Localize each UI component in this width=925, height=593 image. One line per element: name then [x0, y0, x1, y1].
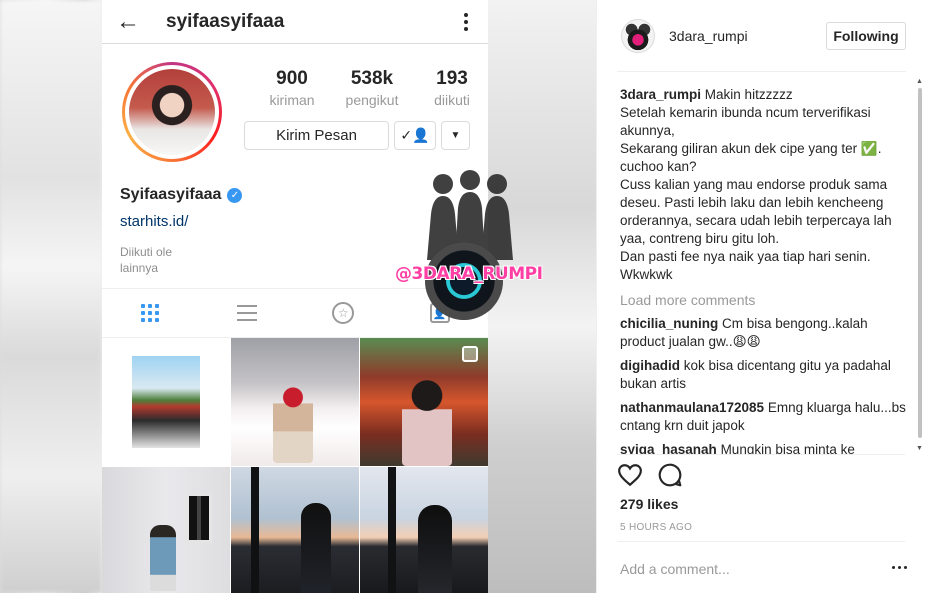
post-actions	[617, 462, 683, 488]
stat-posts-value: 900	[276, 68, 308, 89]
comments-scrollbar[interactable]: ▲ ▼	[916, 78, 924, 452]
grid-photo	[231, 467, 359, 593]
dropdown-arrow-icon: ▼	[441, 121, 470, 150]
grid-photo	[102, 338, 230, 466]
profile-username: syifaasyifaaa	[166, 10, 285, 32]
stat-followers: 538k pengikut	[332, 68, 412, 110]
caption-text: Makin hitzzzzz Setelah kemarin ibunda nc…	[620, 87, 892, 282]
background-blur-left	[0, 0, 102, 593]
comment-username[interactable]: digihadid	[620, 358, 680, 373]
stat-posts: 900 kiriman	[252, 68, 332, 110]
stat-followers-value: 538k	[350, 68, 394, 89]
scroll-down-arrow-icon[interactable]: ▼	[916, 445, 923, 452]
grid-photo	[360, 467, 488, 593]
comment-item: chicilia_nuning Cm bisa bengong..kalah p…	[620, 315, 906, 351]
verified-badge-icon: ✓	[227, 187, 243, 203]
profile-display-name: Syifaasyifaaa	[120, 186, 222, 203]
grid-view-icon	[136, 299, 164, 327]
caption-username[interactable]: 3dara_rumpi	[620, 87, 701, 102]
comment-item: digihadid kok bisa dicentang gitu ya pad…	[620, 357, 906, 393]
post-caption: 3dara_rumpi Makin hitzzzzz Setelah kemar…	[620, 86, 906, 284]
comment-username[interactable]: nathanmaulana172085	[620, 400, 764, 415]
grid-photo	[231, 338, 359, 466]
comment-bubble-icon[interactable]	[657, 462, 683, 488]
post-side-panel: 3dara_rumpi Following 3dara_rumpi Makin …	[596, 0, 925, 593]
more-options-icon	[458, 12, 474, 31]
scrollbar-thumb[interactable]	[918, 88, 922, 438]
load-more-comments-link[interactable]: Load more comments	[620, 291, 906, 309]
profile-avatar	[122, 62, 222, 162]
stat-following-value: 193	[436, 68, 468, 89]
comment-username[interactable]: chicilia_nuning	[620, 316, 718, 331]
select-checkbox-icon	[462, 346, 478, 362]
like-heart-icon[interactable]	[617, 462, 643, 488]
comment-item: syiqa_hasanah Mungkin bisa minta ke	[620, 441, 906, 454]
followed-by-line2: lainnya	[120, 261, 159, 275]
watermark-logo: @3DARA_RUMPI	[395, 170, 543, 320]
followed-by-line1: Diikuti ole	[120, 245, 173, 259]
divider	[617, 541, 905, 542]
profile-stats: 900 kiriman 538k pengikut 193 diikuti	[252, 68, 488, 110]
list-view-icon	[233, 299, 261, 327]
author-username[interactable]: 3dara_rumpi	[669, 28, 826, 44]
more-options-icon[interactable]	[892, 566, 907, 569]
stat-posts-label: kiriman	[269, 92, 315, 108]
following-button[interactable]: Following	[826, 22, 906, 50]
post-timestamp[interactable]: 5 HOURS AGO	[620, 522, 692, 533]
post-media: ← syifaasyifaaa 900 kiriman 538k pengiku…	[0, 0, 596, 593]
add-comment-input[interactable]: Add a comment...	[620, 561, 730, 577]
stat-following: 193 diikuti	[412, 68, 488, 110]
photo-grid	[102, 338, 488, 593]
post-header: 3dara_rumpi Following	[597, 0, 925, 72]
grid-photo	[360, 338, 488, 466]
following-user-icon: ✓👤	[394, 121, 436, 150]
profile-header: ← syifaasyifaaa	[102, 0, 488, 44]
comment-username[interactable]: syiqa_hasanah	[620, 442, 717, 454]
watermark-text: @3DARA_RUMPI	[395, 264, 543, 284]
comment-text: Mungkin bisa minta ke	[716, 442, 855, 454]
comments-list[interactable]: 3dara_rumpi Makin hitzzzzz Setelah kemar…	[620, 86, 906, 454]
profile-actions: Kirim Pesan ✓👤 ▼	[244, 121, 470, 150]
message-button: Kirim Pesan	[244, 121, 389, 150]
divider	[617, 454, 905, 455]
saved-star-icon: ☆	[329, 299, 357, 327]
comment-item: nathanmaulana172085 Emng kluarga halu...…	[620, 399, 906, 435]
followed-by-text: Diikuti ole lainnya	[120, 244, 200, 276]
stat-following-label: diikuti	[434, 92, 470, 108]
scroll-up-arrow-icon[interactable]: ▲	[916, 78, 923, 85]
author-avatar[interactable]	[621, 19, 655, 53]
back-arrow-icon: ←	[116, 7, 140, 35]
stat-followers-label: pengikut	[345, 92, 399, 108]
likes-count[interactable]: 279 likes	[620, 496, 678, 512]
grid-photo	[102, 467, 230, 593]
